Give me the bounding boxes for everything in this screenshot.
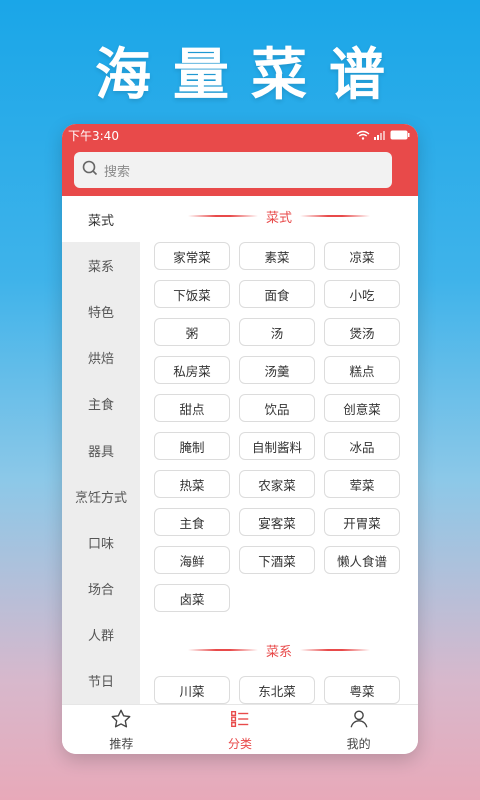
category-tag[interactable]: 热菜: [154, 470, 230, 498]
category-tag[interactable]: 卤菜: [154, 584, 230, 612]
category-tag[interactable]: 自制酱料: [239, 432, 315, 460]
category-tag[interactable]: 素菜: [239, 242, 315, 270]
category-tag[interactable]: 家常菜: [154, 242, 230, 270]
sidebar-item[interactable]: 特色: [62, 288, 140, 334]
category-tag[interactable]: 主食: [154, 508, 230, 536]
list-icon: [229, 708, 251, 733]
category-tag[interactable]: 川菜: [154, 676, 230, 704]
sidebar-item[interactable]: 主食: [62, 381, 140, 427]
section-title-text: 菜系: [265, 644, 292, 660]
sidebar-item[interactable]: 烘焙: [62, 335, 140, 381]
category-tag[interactable]: 荤菜: [324, 470, 400, 498]
category-tag[interactable]: 冰品: [324, 432, 400, 460]
status-icons: [356, 130, 410, 140]
person-icon: [348, 708, 370, 733]
sidebar-item[interactable]: 菜系: [62, 242, 140, 288]
category-tag[interactable]: 农家菜: [239, 470, 315, 498]
category-tag[interactable]: 下饭菜: [154, 280, 230, 308]
category-tag[interactable]: 面食: [239, 280, 315, 308]
category-tag[interactable]: 汤: [239, 318, 315, 346]
category-tag[interactable]: 粥: [154, 318, 230, 346]
search-icon: [82, 160, 98, 180]
category-tag[interactable]: 煲汤: [324, 318, 400, 346]
battery-icon: [390, 130, 410, 140]
sidebar-item[interactable]: 人群: [62, 612, 140, 658]
sidebar-item[interactable]: 场合: [62, 566, 140, 612]
category-tag[interactable]: 汤羹: [239, 356, 315, 384]
tab-label: 我的: [346, 736, 371, 751]
category-main: 菜式家常菜 素菜 凉菜下饭菜 面食 小吃粥汤煲汤私房菜 汤羹 糕点甜点 饮品 创意菜腌制 自制酱料…: [140, 196, 418, 704]
bottom-tab-bar: 推荐 分类 我的: [62, 704, 418, 754]
category-tag[interactable]: 糕点: [324, 356, 400, 384]
signal-icon: [374, 130, 386, 140]
tab-item[interactable]: 分类: [181, 705, 300, 754]
category-tag[interactable]: 粤菜: [324, 676, 400, 704]
sidebar-item[interactable]: 节日: [62, 658, 140, 704]
category-tag[interactable]: 创意菜: [324, 394, 400, 422]
search-placeholder: 搜索: [104, 164, 131, 180]
tab-item[interactable]: 我的: [299, 705, 418, 754]
sidebar-item[interactable]: 器具: [62, 427, 140, 473]
tag-grid: 家常菜 素菜 凉菜下饭菜 面食 小吃粥汤煲汤私房菜 汤羹 糕点甜点 饮品 创意菜腌制 自制酱料 冰品…: [140, 236, 418, 612]
category-tag[interactable]: 小吃: [324, 280, 400, 308]
divider: [300, 649, 370, 651]
category-section: 菜系川菜东北菜粤菜湘菜西餐鲁菜: [140, 630, 418, 704]
category-sidebar: 菜式 菜系 特色 烘焙 主食 器具 烹饪方式 口味 场合 人群 节日: [62, 196, 140, 704]
search-input[interactable]: 搜索: [74, 152, 392, 188]
category-tag[interactable]: 饮品: [239, 394, 315, 422]
wifi-icon: [356, 130, 370, 140]
category-tag[interactable]: 开胃菜: [324, 508, 400, 536]
category-tag[interactable]: 凉菜: [324, 242, 400, 270]
tab-label: 推荐: [109, 736, 134, 751]
sidebar-item[interactable]: 烹饪方式: [62, 473, 140, 519]
category-tag[interactable]: 下酒菜: [239, 546, 315, 574]
category-tag[interactable]: 甜点: [154, 394, 230, 422]
divider: [187, 215, 258, 217]
category-tag[interactable]: 腌制: [154, 432, 230, 460]
category-tag[interactable]: 东北菜: [239, 676, 315, 704]
category-tag[interactable]: 宴客菜: [239, 508, 315, 536]
sidebar-item[interactable]: 口味: [62, 519, 140, 565]
category-section: 菜式家常菜 素菜 凉菜下饭菜 面食 小吃粥汤煲汤私房菜 汤羹 糕点甜点 饮品 创意菜腌制 自制酱料…: [140, 196, 418, 612]
content-area: 菜式 菜系 特色 烘焙 主食 器具 烹饪方式 口味 场合 人群 节日 菜式 家常菜 素菜 凉菜 下饭菜 面食小…: [62, 196, 418, 704]
star-icon: [110, 708, 132, 733]
tab-item[interactable]: 推荐: [62, 705, 181, 754]
divider: [300, 215, 370, 217]
status-bar: 下午3:40: [62, 124, 418, 146]
promo-title: 海量菜谱: [95, 43, 407, 108]
divider: [187, 649, 258, 651]
status-time: 下午3:40: [68, 128, 119, 143]
section-title-text: 菜式: [265, 210, 292, 226]
category-tag[interactable]: 懒人食谱: [324, 546, 400, 574]
top-bar: 下午3:40 搜索: [62, 124, 418, 196]
tab-label: 分类: [228, 736, 253, 751]
category-tag[interactable]: 海鲜: [154, 546, 230, 574]
phone-screen: 下午3:40 搜索 菜式 菜系 特色 烘焙 主食 器具 烹饪方式 口味 场合 人群 节日 菜式 家常菜: [62, 124, 418, 754]
category-tag[interactable]: 私房菜: [154, 356, 230, 384]
tag-grid: 川菜东北菜粤菜湘菜西餐鲁菜: [140, 670, 418, 704]
section-title: 菜式: [140, 196, 418, 236]
section-title: 菜系: [140, 630, 418, 670]
sidebar-item[interactable]: 菜式: [62, 196, 140, 243]
